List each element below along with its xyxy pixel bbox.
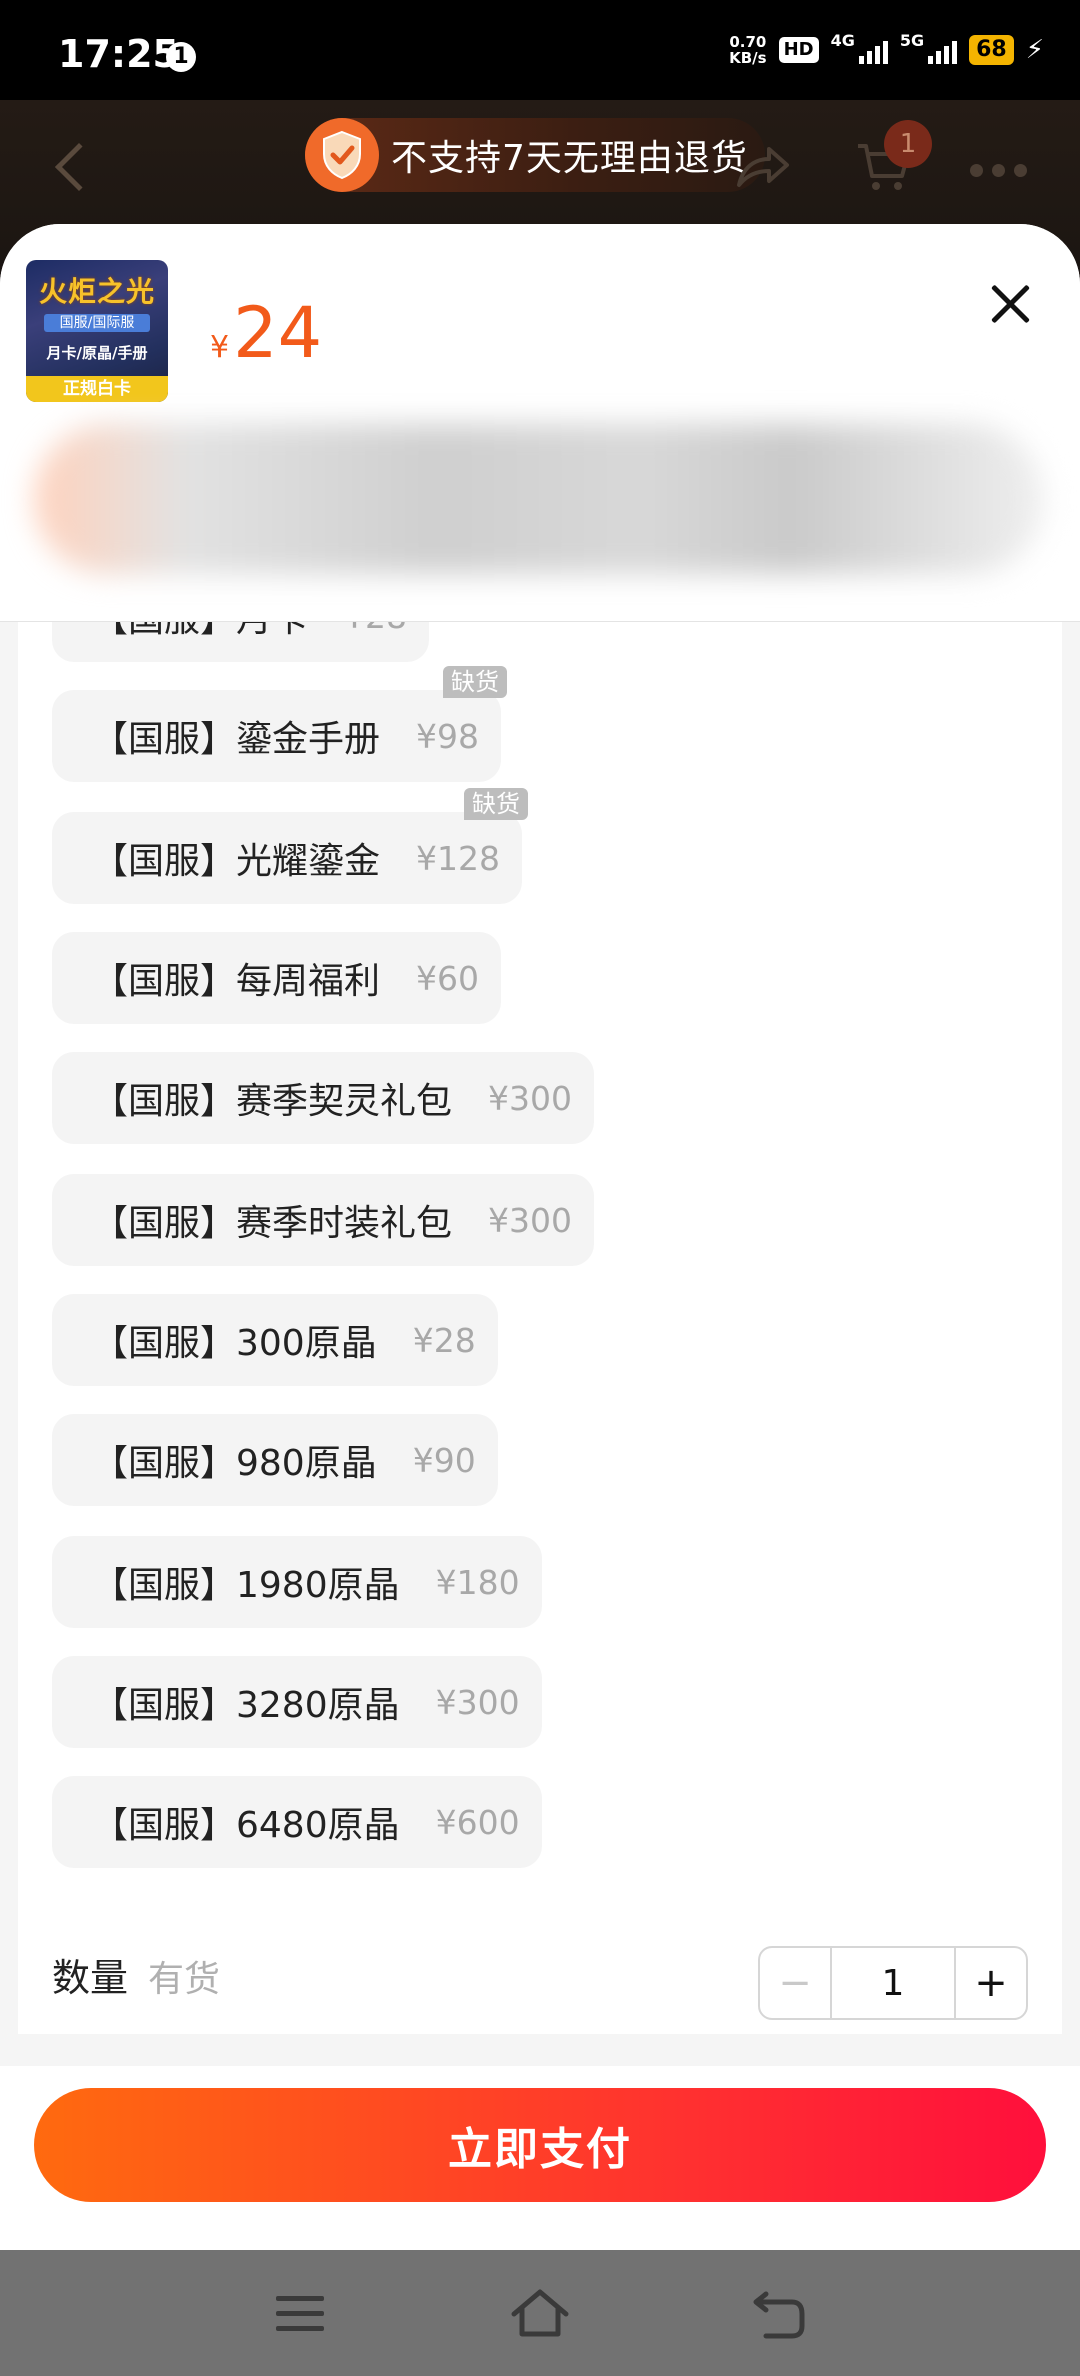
option-item[interactable]: 【国服】每周福利 ¥60 (52, 932, 502, 1024)
option-item[interactable]: 【国服】3280原晶 ¥300 (52, 1656, 542, 1748)
decrease-quantity-button[interactable]: − (760, 1948, 832, 2018)
option-name: 【国服】980原晶 (92, 1443, 377, 1484)
pay-bar: 立即支付 (0, 2066, 1080, 2250)
cart-count-badge: 1 (884, 120, 932, 168)
quantity-label: 数量 (52, 1956, 129, 2000)
increase-quantity-button[interactable]: + (954, 1948, 1026, 2018)
selected-price: ¥ 24 (210, 292, 322, 374)
option-name: 【国服】3280原晶 (92, 1685, 400, 1726)
net-speed-value: 0.70 (729, 33, 767, 51)
net-speed-unit: KB/s (729, 49, 767, 67)
option-item[interactable]: 【国服】光耀鎏金 ¥128 缺货 (52, 788, 528, 904)
thumbnail-band: 正规白卡 (26, 376, 168, 402)
option-item[interactable]: 【国服】300原晶 ¥28 (52, 1294, 498, 1386)
option-item[interactable]: 【国服】1980原晶 ¥180 (52, 1536, 542, 1628)
option-price: ¥98 (416, 716, 480, 756)
status-time: 17:25 (58, 32, 179, 76)
option-price: ¥28 (412, 1320, 476, 1360)
shield-check-icon (305, 118, 379, 192)
quantity-stepper: − 1 + (758, 1946, 1028, 2020)
return-policy-text: 不支持7天无理由退货 (391, 138, 748, 179)
option-name: 【国服】鎏金手册 (92, 719, 381, 760)
option-price: ¥600 (435, 1802, 520, 1842)
pay-now-button[interactable]: 立即支付 (34, 2088, 1046, 2202)
out-of-stock-badge: 缺货 (464, 788, 528, 820)
close-icon[interactable] (988, 282, 1032, 326)
recent-apps-icon[interactable] (276, 2296, 324, 2341)
option-name: 【国服】每周福利 (92, 961, 381, 1002)
back-arrow-icon[interactable] (54, 142, 104, 192)
quantity-value[interactable]: 1 (832, 1948, 954, 2018)
sheet-header: 火炬之光 国服/国际服 月卡/原晶/手册 正规白卡 ¥ 24 (0, 224, 1080, 622)
option-price: ¥180 (435, 1562, 520, 1602)
hd-voice-icon: HD (778, 37, 819, 63)
thumbnail-subtitle: 国服/国际服 (44, 314, 150, 332)
product-thumbnail: 火炬之光 国服/国际服 月卡/原晶/手册 正规白卡 (26, 260, 168, 402)
charging-icon: ⚡ (1025, 35, 1044, 65)
sim2-network-type: 5G (899, 31, 925, 50)
option-name: 【国服】赛季契灵礼包 (92, 1081, 453, 1122)
battery-icon: 68 (969, 35, 1014, 65)
signal-sim1-icon: 4G (831, 31, 888, 64)
option-price: ¥90 (412, 1440, 476, 1480)
option-name: 【国服】300原晶 (92, 1323, 377, 1364)
home-icon[interactable] (508, 2286, 572, 2344)
net-speed: 0.70 KB/s (729, 34, 766, 66)
app-root: 17:25 1 0.70 KB/s HD 4G 5G 68 ⚡ 不支持7天无理由… (0, 0, 1080, 2376)
option-item[interactable]: 【国服】赛季时装礼包 ¥300 (52, 1174, 594, 1266)
system-nav-bar (0, 2250, 1080, 2376)
option-name: 【国服】1980原晶 (92, 1565, 400, 1606)
option-name: 【国服】赛季时装礼包 (92, 1203, 453, 1244)
status-bar: 17:25 1 0.70 KB/s HD 4G 5G 68 ⚡ (0, 0, 1080, 100)
back-icon[interactable] (752, 2288, 808, 2346)
option-price: ¥128 (416, 838, 500, 878)
option-price: ¥60 (416, 958, 480, 998)
share-icon[interactable] (735, 143, 791, 193)
option-price: ¥300 (488, 1078, 572, 1118)
option-name: 【国服】6480原晶 (92, 1805, 400, 1846)
status-indicators: 0.70 KB/s HD 4G 5G 68 ⚡ (729, 31, 1044, 66)
return-policy-banner: 不支持7天无理由退货 (305, 118, 765, 192)
option-item[interactable]: 【国服】6480原晶 ¥600 (52, 1776, 542, 1868)
option-price: ¥300 (435, 1682, 520, 1722)
quantity-row: 数量 有货 (52, 1947, 220, 2002)
stock-status: 有货 (148, 1959, 221, 2000)
price-value: 24 (233, 292, 323, 374)
thumbnail-subtitle-2: 月卡/原晶/手册 (46, 344, 148, 362)
out-of-stock-badge: 缺货 (443, 666, 508, 698)
option-name: 【国服】光耀鎏金 (92, 841, 381, 882)
thumbnail-title: 火炬之光 (38, 275, 155, 308)
option-item[interactable]: 【国服】980原晶 ¥90 (52, 1414, 498, 1506)
more-options-icon[interactable] (970, 164, 1027, 177)
signal-sim2-icon: 5G (900, 31, 958, 64)
price-currency: ¥ (210, 330, 230, 365)
notification-count-icon: 1 (166, 42, 196, 72)
option-price: ¥300 (488, 1200, 572, 1240)
sim1-network-type: 4G (830, 31, 855, 50)
option-item[interactable]: 【国服】赛季契灵礼包 ¥300 (52, 1052, 594, 1144)
blurred-selection-summary (34, 424, 1044, 574)
option-list: 【国服】月卡 ¥28 【国服】鎏金手册 ¥98 缺货 【国服】光耀鎏金 ¥128… (18, 570, 1062, 2034)
option-item[interactable]: 【国服】鎏金手册 ¥98 缺货 (52, 666, 508, 782)
